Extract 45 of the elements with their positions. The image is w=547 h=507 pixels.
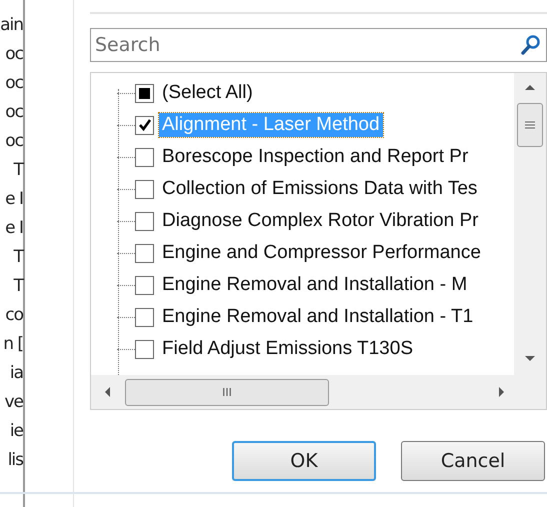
background-text: oc <box>5 130 23 152</box>
background-text: ie <box>10 420 23 442</box>
dialog-button[interactable]: OK <box>232 441 376 481</box>
checkbox[interactable] <box>135 244 154 262</box>
dialog-button[interactable]: Cancel <box>401 441 545 481</box>
checkbox[interactable] <box>135 340 154 358</box>
background-text: e I <box>5 188 23 210</box>
background-text: T <box>14 159 23 181</box>
background-text: ain <box>0 14 23 36</box>
scroll-thumb[interactable] <box>517 103 543 147</box>
list-item[interactable]: (Select All) <box>159 81 256 105</box>
scroll-up-icon[interactable] <box>524 83 536 91</box>
background-text: oc <box>5 72 23 94</box>
checkbox[interactable] <box>135 116 154 134</box>
background-text: oc <box>5 101 23 123</box>
list-item[interactable]: Borescope Inspection and Report Pr <box>159 145 472 169</box>
background-text: T <box>14 275 23 297</box>
checkbox[interactable] <box>135 180 154 198</box>
vertical-scrollbar[interactable] <box>514 73 546 375</box>
checkbox[interactable] <box>135 148 154 166</box>
checkbox[interactable] <box>135 276 154 294</box>
checkbox[interactable] <box>135 308 154 326</box>
list-item[interactable]: Collection of Emissions Data with Tes <box>159 177 480 201</box>
list-item[interactable]: Engine Removal and Installation - T1 <box>159 305 476 329</box>
checkbox[interactable] <box>135 212 154 230</box>
search-field[interactable]: Search <box>90 28 547 62</box>
list-item[interactable]: Engine Removal and Installation - M <box>159 273 470 297</box>
scroll-down-icon[interactable] <box>524 355 536 363</box>
background-text: n [ <box>3 333 23 355</box>
background-text: e I <box>5 217 23 239</box>
background-text: T <box>14 246 23 268</box>
checkbox[interactable] <box>135 84 154 102</box>
background-text: oc <box>5 43 23 65</box>
background-text: lis <box>8 449 23 471</box>
background-text: ve <box>4 391 23 413</box>
scroll-left-icon[interactable] <box>103 386 111 398</box>
scroll-thumb[interactable]: III <box>125 378 329 406</box>
list-item[interactable]: Field Adjust Emissions T130S <box>159 337 416 361</box>
horizontal-scrollbar[interactable]: III <box>91 375 546 409</box>
list-item[interactable]: Diagnose Complex Rotor Vibration Pr <box>159 209 482 233</box>
search-icon <box>521 34 541 56</box>
background-text: ia <box>10 362 23 384</box>
scroll-right-icon[interactable] <box>498 386 506 398</box>
background-text: co <box>5 304 23 326</box>
list-item[interactable]: Engine and Compressor Performance <box>159 241 484 265</box>
